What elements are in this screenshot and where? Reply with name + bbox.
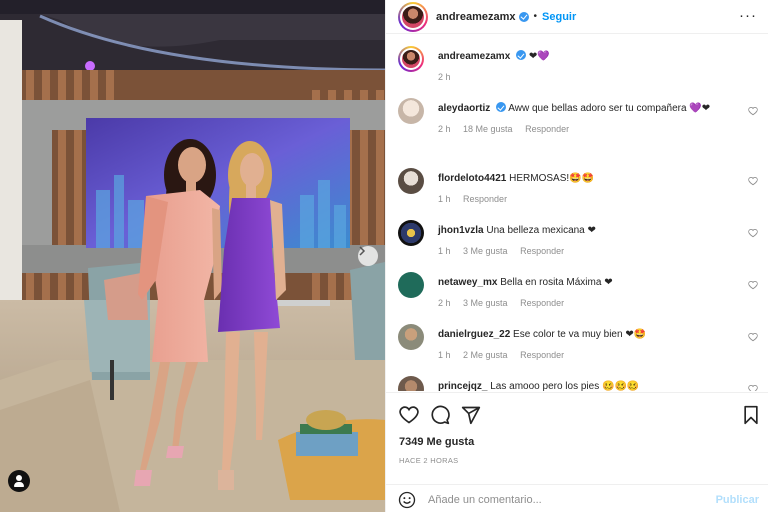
comment-likes[interactable]: 3 Me gusta (463, 298, 508, 308)
author-avatar[interactable] (398, 1, 428, 32)
comment-likes[interactable]: 3 Me gusta (463, 246, 508, 256)
comment-text: Ese color te va muy bien (513, 329, 623, 340)
comment-input[interactable] (428, 491, 688, 509)
comment-time: 1 h (438, 350, 451, 360)
comments-list[interactable]: andreamezamx ❤💜 2 h aleydaortiz Aww que … (386, 34, 768, 391)
verified-badge-icon (518, 11, 529, 22)
author-avatar[interactable] (398, 46, 424, 72)
comment-text: HERMOSAS!🤩🤩 (509, 173, 595, 184)
comment-username[interactable]: aleydaortiz (438, 103, 490, 114)
reply-button[interactable]: Responder (525, 124, 569, 134)
commenter-avatar[interactable] (398, 98, 424, 124)
comment-composer: Publicar (386, 484, 768, 512)
commenter-avatar[interactable] (398, 376, 424, 391)
share-icon[interactable] (461, 405, 481, 425)
verified-badge-icon (516, 50, 527, 60)
reply-button[interactable]: Responder (463, 194, 507, 204)
like-comment-icon[interactable] (748, 280, 758, 290)
heart-icon[interactable] (399, 405, 419, 425)
commenter-avatar[interactable] (398, 220, 424, 246)
caption-time: 2 h (438, 72, 451, 82)
post-header: andreamezamx • Seguir ··· (386, 0, 768, 34)
comment-emoji: ❤ (604, 277, 613, 288)
author-username[interactable]: andreamezamx (436, 11, 516, 23)
comment-username[interactable]: jhon1vzla (438, 225, 484, 236)
comment-emoji: ❤ (587, 225, 596, 236)
like-comment-icon[interactable] (748, 332, 758, 342)
comment-emoji: 🥴🥴🥴 (602, 381, 640, 391)
comment-text: Bella en rosita Máxima (500, 277, 602, 288)
verified-badge-icon (496, 102, 507, 112)
comment-time: 2 h (438, 124, 451, 134)
comment-username[interactable]: flordeloto4421 (438, 173, 506, 184)
comment-username[interactable]: princejqz_ (438, 381, 487, 391)
like-comment-icon[interactable] (748, 106, 758, 116)
comment-time: 1 h (438, 246, 451, 256)
follow-button[interactable]: Seguir (542, 11, 576, 23)
photo-scene (0, 0, 385, 512)
user-tag-icon[interactable] (8, 470, 30, 492)
post-time[interactable]: HACE 2 HORAS (399, 456, 458, 465)
commenter-avatar[interactable] (398, 324, 424, 350)
reply-button[interactable]: Responder (520, 246, 564, 256)
more-options-icon[interactable]: ··· (739, 8, 757, 24)
commenter-avatar[interactable] (398, 168, 424, 194)
reply-button[interactable]: Responder (520, 298, 564, 308)
bookmark-icon[interactable] (741, 405, 761, 425)
comment-text: Una belleza mexicana (486, 225, 585, 236)
like-comment-icon[interactable] (748, 176, 758, 186)
comment-likes[interactable]: 18 Me gusta (463, 124, 513, 134)
comment-time: 1 h (438, 194, 451, 204)
comment-text: Las amooo pero los pies (490, 381, 600, 391)
likes-count[interactable]: 7349 Me gusta (399, 436, 474, 448)
reply-button[interactable]: Responder (520, 350, 564, 360)
comment-username[interactable]: danielrguez_22 (438, 329, 510, 340)
emoji-icon[interactable] (398, 491, 416, 509)
like-comment-icon[interactable] (748, 228, 758, 238)
comment-emoji: 💜❤ (689, 103, 711, 114)
comment-text: Aww que bellas adoro ser tu compañera (508, 103, 687, 114)
comment-time: 2 h (438, 298, 451, 308)
post-photo (0, 0, 385, 512)
commenter-avatar[interactable] (398, 272, 424, 298)
comment-username[interactable]: netawey_mx (438, 277, 497, 288)
comment-icon[interactable] (430, 405, 450, 425)
post-panel: andreamezamx • Seguir ··· andreamezamx ❤… (385, 0, 768, 512)
like-comment-icon[interactable] (748, 384, 758, 391)
comment-likes[interactable]: 2 Me gusta (463, 350, 508, 360)
post-comment-button[interactable]: Publicar (716, 494, 759, 506)
caption-text: ❤💜 (528, 51, 550, 62)
post-actions (386, 392, 768, 432)
chevron-right-icon[interactable] (358, 246, 378, 266)
header-separator: • (533, 11, 538, 22)
comment-emoji: ❤🤩 (625, 329, 647, 340)
caption-username[interactable]: andreamezamx (438, 51, 510, 62)
